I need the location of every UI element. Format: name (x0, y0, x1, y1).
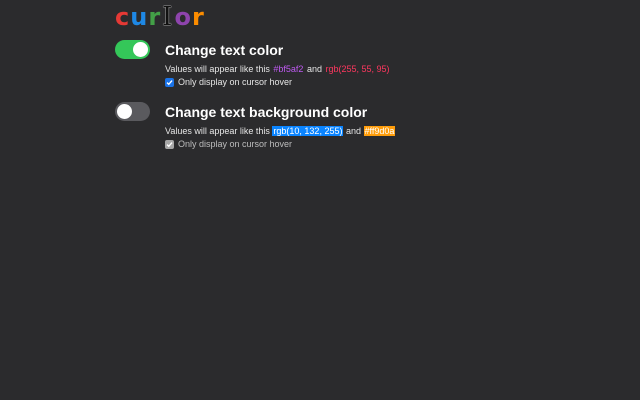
options-page: curIor Change text color Values will app… (0, 0, 640, 400)
description-and: and (345, 126, 361, 136)
hover-only-option: Only display on cursor hover (165, 77, 545, 88)
background-color-toggle[interactable] (115, 102, 150, 121)
logo-letter-r: r (148, 3, 162, 31)
hover-only-option: Only display on cursor hover (165, 139, 545, 150)
logo-letter-c: c (115, 3, 131, 31)
setting-description: Values will appear like this #bf5af2 and… (165, 63, 545, 75)
setting-title: Change text color (165, 42, 284, 58)
toggle-knob (133, 42, 148, 57)
hover-only-checkbox (165, 140, 174, 149)
hover-only-label: Only display on cursor hover (178, 139, 293, 149)
toggle-knob (117, 104, 132, 119)
setting-title: Change text background color (165, 104, 368, 120)
description-prefix: Values will appear like this (165, 64, 270, 74)
logo-letter-u: u (130, 3, 149, 31)
description-prefix: Values will appear like this (165, 126, 270, 136)
text-color-toggle[interactable] (115, 40, 150, 59)
sample-value-1: #bf5af2 (273, 64, 304, 74)
hover-only-label[interactable]: Only display on cursor hover (178, 77, 292, 88)
sample-value-2: rgb(255, 55, 95) (325, 64, 390, 74)
checkmark-icon (166, 80, 173, 86)
description-and: and (306, 64, 322, 74)
hover-only-checkbox[interactable] (165, 78, 174, 87)
checkmark-icon (166, 142, 173, 148)
setting-text-color-content: Change text color Values will appear lik… (165, 40, 545, 88)
sample-value-2: #ff9d0a (363, 126, 396, 136)
logo-letter-r-end: r (191, 3, 205, 31)
sample-value-1: rgb(10, 132, 255) (272, 126, 344, 136)
text-cursor-icon: I (162, 2, 174, 32)
setting-background-color-content: Change text background color Values will… (165, 102, 545, 150)
app-logo: curIor (115, 3, 205, 31)
setting-description: Values will appear like this rgb(10, 132… (165, 125, 545, 137)
logo-letter-o: o (174, 3, 192, 31)
